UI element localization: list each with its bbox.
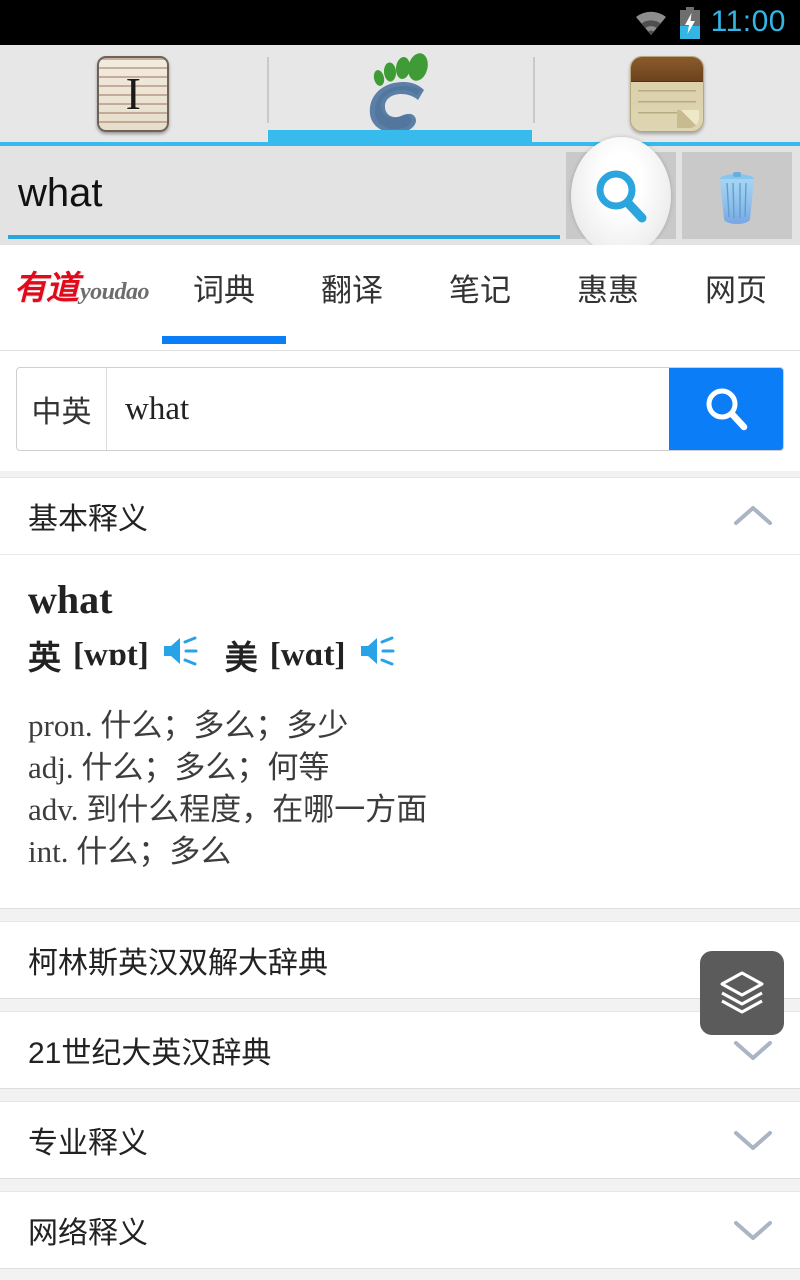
definition-adv: adv. 到什么程度，在哪一方面: [28, 792, 428, 828]
card-web-explanation: 网络释义: [0, 1190, 800, 1269]
card-21st-century-dictionary: 21世纪大英汉辞典: [0, 1010, 800, 1089]
app-clear-button[interactable]: [682, 152, 792, 239]
definition-list: pron. 什么；多么；多少 adj. 什么；多么；何等 adv. 到什么程度，…: [28, 705, 772, 874]
youdao-search-button[interactable]: [669, 368, 783, 450]
layers-icon: [720, 971, 764, 1014]
pronunciation-row: 英 [wɒt] 美 [wɑt]: [28, 631, 772, 679]
section-title: 专业释义: [28, 1126, 148, 1160]
pronunciation-uk: 英 [wɒt]: [28, 631, 199, 679]
section-title: 柯林斯英汉双解大辞典: [28, 946, 328, 980]
notepad-header-bar: [630, 56, 703, 82]
definition-pron: pron. 什么；多么；多少: [28, 708, 349, 743]
app-root: 11:00 I what 有道 youdao 词典 翻译 笔记 惠惠 网页 中英…: [0, 0, 800, 1280]
pronunciation-us-region: 美: [224, 641, 258, 677]
definition-adj: adj. 什么；多么；何等: [28, 750, 330, 786]
section-title: 网络释义: [28, 1216, 148, 1250]
youdao-nav-items: 词典 翻译 笔记 惠惠 网页: [160, 245, 800, 344]
battery-charging-icon: [678, 6, 702, 39]
nav-item-webpage[interactable]: 网页: [672, 265, 800, 344]
app-search-bar: what: [0, 136, 800, 255]
pronunciation-uk-ipa: [wɒt]: [73, 636, 149, 673]
youdao-search-section: 中英 what: [0, 351, 800, 471]
youdao-nav-bar: 有道 youdao 词典 翻译 笔记 惠惠 网页: [0, 245, 800, 351]
dictionary-icon-letter: I: [125, 67, 141, 119]
headword: what: [28, 577, 113, 622]
section-header-web[interactable]: 网络释义: [0, 1192, 800, 1268]
nav-item-translate[interactable]: 翻译: [288, 265, 416, 344]
pronunciation-us-ipa: [wɑt]: [269, 636, 346, 673]
tab-explorer[interactable]: [266, 45, 534, 142]
basic-section-title: 基本释义: [28, 503, 148, 536]
chevron-up-icon[interactable]: [732, 495, 774, 537]
chevron-down-icon[interactable]: [732, 1119, 774, 1161]
youdao-logo[interactable]: 有道 youdao: [0, 245, 160, 309]
section-header-21st[interactable]: 21世纪大英汉辞典: [0, 1012, 800, 1088]
youdao-logo-cn: 有道: [14, 271, 79, 307]
youdao-search-input[interactable]: what: [107, 368, 669, 450]
notepad-corner-fold: [676, 109, 699, 128]
word-entry: what 英 [wɒt] 美 [wɑt] pron. 什么；多么；多少 adj.…: [0, 555, 800, 908]
search-icon: [706, 388, 748, 431]
tab-notepad[interactable]: [533, 45, 800, 142]
tab-dictionary[interactable]: I: [0, 45, 267, 142]
basic-section-header[interactable]: 基本释义: [0, 478, 800, 554]
dictionary-book-icon: I: [97, 55, 170, 132]
nav-item-notes[interactable]: 笔记: [416, 265, 544, 344]
notepad-icon: [629, 55, 704, 132]
section-header-professional[interactable]: 专业释义: [0, 1102, 800, 1178]
app-search-input[interactable]: what: [8, 152, 560, 239]
nav-item-dictionary[interactable]: 词典: [160, 265, 288, 344]
card-professional-explanation: 专业释义: [0, 1100, 800, 1179]
speaker-icon[interactable]: [358, 635, 396, 676]
app-tab-strip: I: [0, 45, 800, 146]
nav-item-huihui[interactable]: 惠惠: [544, 265, 672, 344]
definition-int: int. 什么；多么: [28, 834, 232, 870]
app-search-button[interactable]: [566, 136, 676, 255]
section-title: 21世纪大英汉辞典: [28, 1036, 272, 1070]
android-status-bar: 11:00: [0, 0, 800, 45]
status-clock: 11:00: [710, 4, 786, 38]
results-content: 基本释义 what 英 [wɒt] 美 [wɑt] pron. 什么；多么；多少…: [0, 471, 800, 1280]
trash-icon: [720, 171, 754, 224]
card-collins-dictionary: 柯林斯英汉双解大辞典: [0, 920, 800, 999]
app-search-value: what: [18, 171, 103, 215]
pronunciation-us: 美 [wɑt]: [225, 631, 396, 679]
pronunciation-uk-region: 英: [28, 641, 61, 677]
section-header-collins[interactable]: 柯林斯英汉双解大辞典: [0, 922, 800, 998]
language-selector[interactable]: 中英: [17, 368, 107, 450]
speaker-icon[interactable]: [161, 635, 199, 676]
layers-button[interactable]: [700, 951, 784, 1035]
card-basic-explanation: 基本释义 what 英 [wɒt] 美 [wɑt] pron. 什么；多么；多少…: [0, 477, 800, 909]
gnome-foot-e-icon: [360, 52, 440, 136]
youdao-logo-en: youdao: [80, 279, 150, 305]
chevron-down-icon[interactable]: [732, 1209, 774, 1251]
search-icon: [596, 170, 647, 222]
wifi-icon: [633, 9, 669, 37]
youdao-search-box: 中英 what: [16, 367, 784, 451]
